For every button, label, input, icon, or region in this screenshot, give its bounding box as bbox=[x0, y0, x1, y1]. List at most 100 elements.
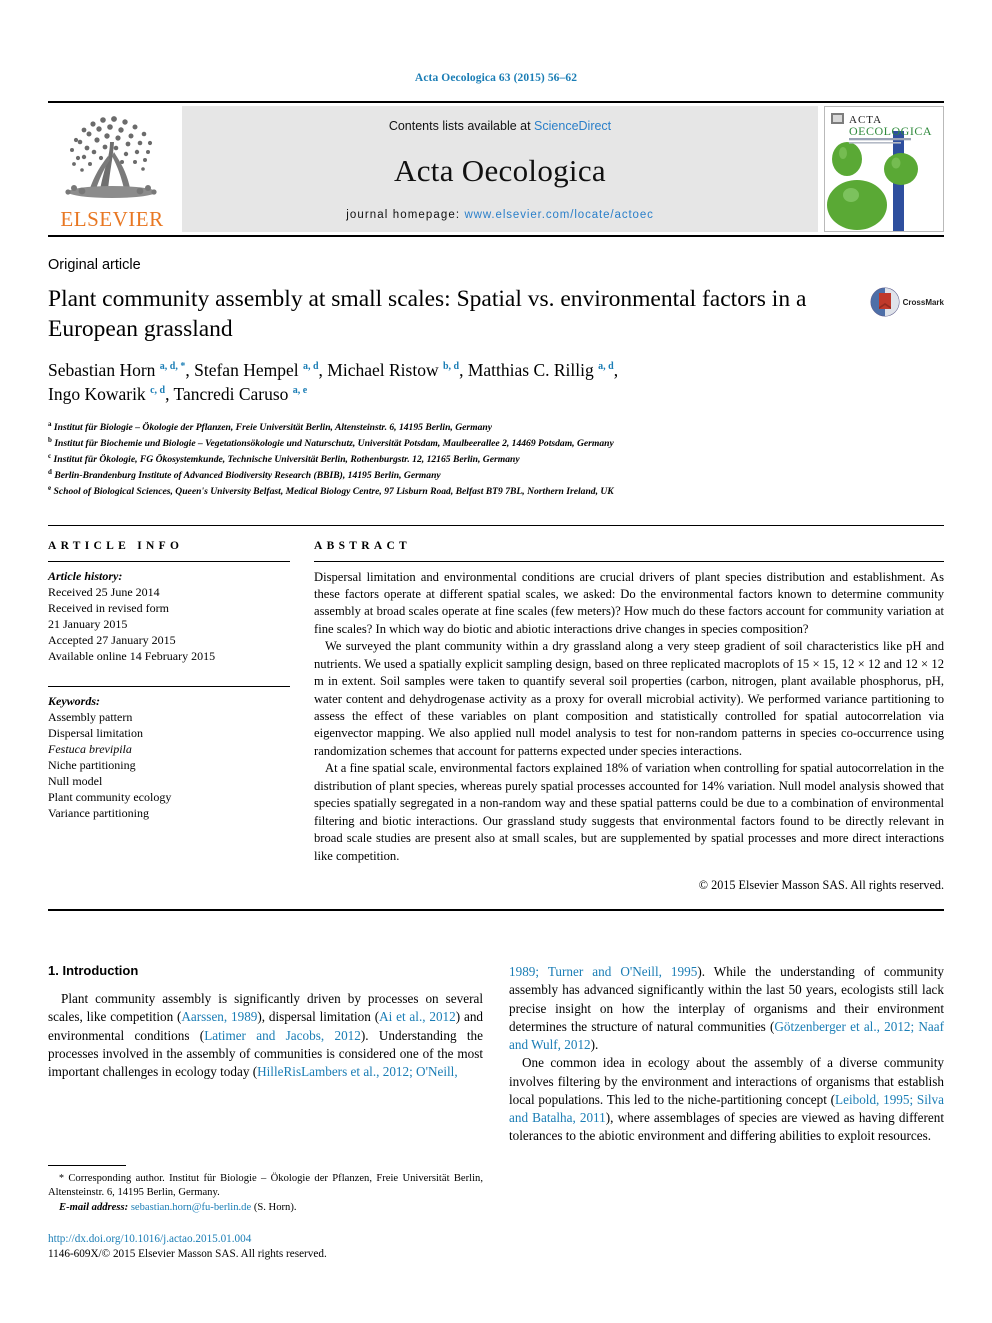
contents-available-line: Contents lists available at ScienceDirec… bbox=[389, 119, 611, 133]
crossmark-icon bbox=[870, 287, 900, 317]
paragraph-text: ). bbox=[590, 1037, 599, 1053]
running-head: Acta Oecologica 63 (2015) 56–62 bbox=[414, 72, 578, 84]
paper-page: Acta Oecologica 63 (2015) 56–62 ELSEVIER… bbox=[0, 0, 992, 1323]
author-5[interactable]: Ingo Kowarik bbox=[48, 384, 146, 404]
footnote-block: * Corresponding author. Institut für Bio… bbox=[48, 1164, 483, 1263]
keywords-block: Keywords: Assembly pattern Dispersal lim… bbox=[48, 685, 290, 822]
citation-link[interactable]: Ai et al., 2012 bbox=[379, 1009, 456, 1024]
keyword-1: Dispersal limitation bbox=[48, 725, 143, 740]
history-accepted: Accepted 27 January 2015 bbox=[48, 632, 176, 647]
affiliation-b-marker: b bbox=[48, 435, 52, 444]
author-2[interactable]: Stefan Hempel bbox=[194, 360, 298, 380]
author-3[interactable]: Michael Ristow bbox=[327, 360, 438, 380]
body-columns: 1. Introduction Plant community assembly… bbox=[48, 963, 944, 1263]
author-4[interactable]: Matthias C. Rillig bbox=[468, 360, 594, 380]
affiliation-a: a Institut für Biologie – Ökologie der P… bbox=[48, 419, 944, 435]
history-received: Received 25 June 2014 bbox=[48, 584, 160, 599]
sciencedirect-link[interactable]: ScienceDirect bbox=[534, 119, 611, 133]
paragraph-text: ), dispersal limitation ( bbox=[257, 1009, 380, 1025]
keyword-4: Null model bbox=[48, 774, 103, 789]
abstract-paragraph-3: At a fine spatial scale, environmental f… bbox=[314, 761, 944, 863]
article-info-column: ARTICLE INFO Article history: Received 2… bbox=[48, 540, 290, 893]
author-4-affil: a, d bbox=[598, 361, 614, 373]
affiliation-d-text: Berlin-Brandenburg Institute of Advanced… bbox=[54, 469, 441, 481]
affiliation-d: d Berlin-Brandenburg Institute of Advanc… bbox=[48, 467, 944, 483]
article-type-label: Original article bbox=[48, 257, 141, 273]
affiliation-c-marker: c bbox=[48, 451, 52, 460]
crossmark-badge[interactable]: CrossMark bbox=[870, 287, 944, 317]
history-revised: Received in revised form bbox=[48, 600, 169, 615]
keyword-2: Festuca brevipila bbox=[48, 742, 132, 757]
citation-link[interactable]: HilleRisLambers et al., 2012; O'Neill, bbox=[257, 1064, 458, 1079]
author-list: Sebastian Horn a, d, *, Stefan Hempel a,… bbox=[48, 360, 619, 405]
cover-artwork: ACTA OECOLOGICA bbox=[825, 107, 941, 231]
contents-prefix: Contents lists available at bbox=[388, 119, 535, 133]
email-note: E-mail address: sebastian.horn@fu-berlin… bbox=[48, 1201, 483, 1216]
homepage-prefix: journal homepage: bbox=[346, 209, 465, 221]
article-info-heading: ARTICLE INFO bbox=[48, 539, 184, 552]
doi-block: http://dx.doi.org/10.1016/j.actao.2015.0… bbox=[48, 1232, 483, 1263]
intro-paragraph-right-2: One common idea in ecology about the ass… bbox=[509, 1054, 944, 1145]
email-suffix: (S. Horn). bbox=[251, 1201, 297, 1213]
affiliation-a-marker: a bbox=[48, 419, 52, 428]
affiliation-b: b Institut für Biochemie und Biologie – … bbox=[48, 435, 944, 451]
author-5-affil: c, d bbox=[150, 385, 166, 397]
page-title: Plant community assembly at small scales… bbox=[48, 286, 807, 342]
affiliation-list: a Institut für Biologie – Ökologie der P… bbox=[48, 419, 944, 499]
keyword-0: Assembly pattern bbox=[48, 709, 133, 724]
affiliation-e-text: School of Biological Sciences, Queen's U… bbox=[53, 485, 614, 497]
author-6[interactable]: Tancredi Caruso bbox=[174, 384, 289, 404]
author-3-affil: b, d bbox=[442, 361, 460, 373]
intro-paragraph-right-1: 1989; Turner and O'Neill, 1995). While t… bbox=[509, 963, 944, 1054]
abstract-rule bbox=[314, 560, 944, 562]
history-available-online: Available online 14 February 2015 bbox=[48, 648, 216, 663]
affiliation-c: c Institut für Ökologie, FG Ökosystemkun… bbox=[48, 451, 944, 467]
body-column-left: 1. Introduction Plant community assembly… bbox=[48, 963, 483, 1263]
author-2-affil: a, d bbox=[302, 361, 319, 373]
abstract-heading: ABSTRACT bbox=[314, 539, 412, 552]
intro-paragraph-left: Plant community assembly is significantl… bbox=[48, 990, 483, 1081]
author-6-affil: a, e bbox=[292, 385, 308, 397]
footnote-rule bbox=[48, 1164, 126, 1166]
corresponding-author-note: * Corresponding author. Institut für Bio… bbox=[48, 1172, 483, 1201]
elsevier-tree-icon bbox=[65, 116, 157, 198]
history-revised-date: 21 January 2015 bbox=[48, 616, 128, 631]
keyword-3: Niche partitioning bbox=[48, 758, 136, 773]
author-1[interactable]: Sebastian Horn bbox=[48, 360, 155, 380]
journal-title: Acta Oecologica bbox=[394, 153, 606, 188]
keywords-rule bbox=[48, 685, 290, 687]
article-info-rule bbox=[48, 560, 290, 562]
body-column-right: 1989; Turner and O'Neill, 1995). While t… bbox=[509, 963, 944, 1263]
article-history-label: Article history: bbox=[48, 568, 123, 583]
keyword-6: Variance partitioning bbox=[48, 806, 149, 821]
homepage-url-link[interactable]: www.elsevier.com/locate/actoec bbox=[464, 209, 653, 221]
abstract-paragraph-2: We surveyed the plant community within a… bbox=[314, 639, 944, 758]
affiliation-e: e School of Biological Sciences, Queen's… bbox=[48, 483, 944, 499]
citation-link[interactable]: 1989; Turner and O'Neill, 1995 bbox=[509, 964, 697, 979]
abstract-paragraph-1: Dispersal limitation and environmental c… bbox=[314, 569, 944, 636]
journal-homepage-line: journal homepage: www.elsevier.com/locat… bbox=[346, 209, 654, 221]
affiliation-c-text: Institut für Ökologie, FG Ökosystemkunde… bbox=[53, 453, 520, 465]
journal-masthead: ELSEVIER Contents lists available at Sci… bbox=[48, 101, 944, 237]
abstract-column: ABSTRACT Dispersal limitation and enviro… bbox=[314, 540, 944, 893]
doi-link[interactable]: http://dx.doi.org/10.1016/j.actao.2015.0… bbox=[48, 1232, 483, 1248]
citation-link[interactable]: Latimer and Jacobs, 2012 bbox=[204, 1028, 361, 1043]
affiliation-a-text: Institut für Biologie – Ökologie der Pfl… bbox=[53, 421, 492, 433]
affiliation-e-marker: e bbox=[48, 483, 52, 492]
abstract-copyright: © 2015 Elsevier Masson SAS. All rights r… bbox=[698, 877, 944, 892]
info-abstract-band: ARTICLE INFO Article history: Received 2… bbox=[48, 524, 944, 911]
elsevier-wordmark: ELSEVIER bbox=[60, 207, 164, 231]
affiliation-d-marker: d bbox=[48, 467, 52, 476]
affiliation-b-text: Institut für Biochemie und Biologie – Ve… bbox=[54, 437, 614, 449]
journal-cover-thumbnail[interactable]: ACTA OECOLOGICA bbox=[824, 106, 944, 232]
email-label: E-mail address: bbox=[59, 1201, 129, 1213]
introduction-heading: 1. Introduction bbox=[48, 962, 139, 978]
author-1-affil: a, d, * bbox=[159, 361, 186, 373]
email-link[interactable]: sebastian.horn@fu-berlin.de bbox=[131, 1202, 251, 1213]
svg-text:OECOLOGICA: OECOLOGICA bbox=[849, 124, 932, 138]
keywords-label: Keywords: bbox=[48, 693, 100, 708]
masthead-center-panel: Contents lists available at ScienceDirec… bbox=[182, 106, 818, 232]
issn-copyright-line: 1146-609X/© 2015 Elsevier Masson SAS. Al… bbox=[48, 1248, 327, 1261]
citation-link[interactable]: Aarssen, 1989 bbox=[181, 1009, 257, 1024]
crossmark-label: CrossMark bbox=[902, 297, 944, 307]
